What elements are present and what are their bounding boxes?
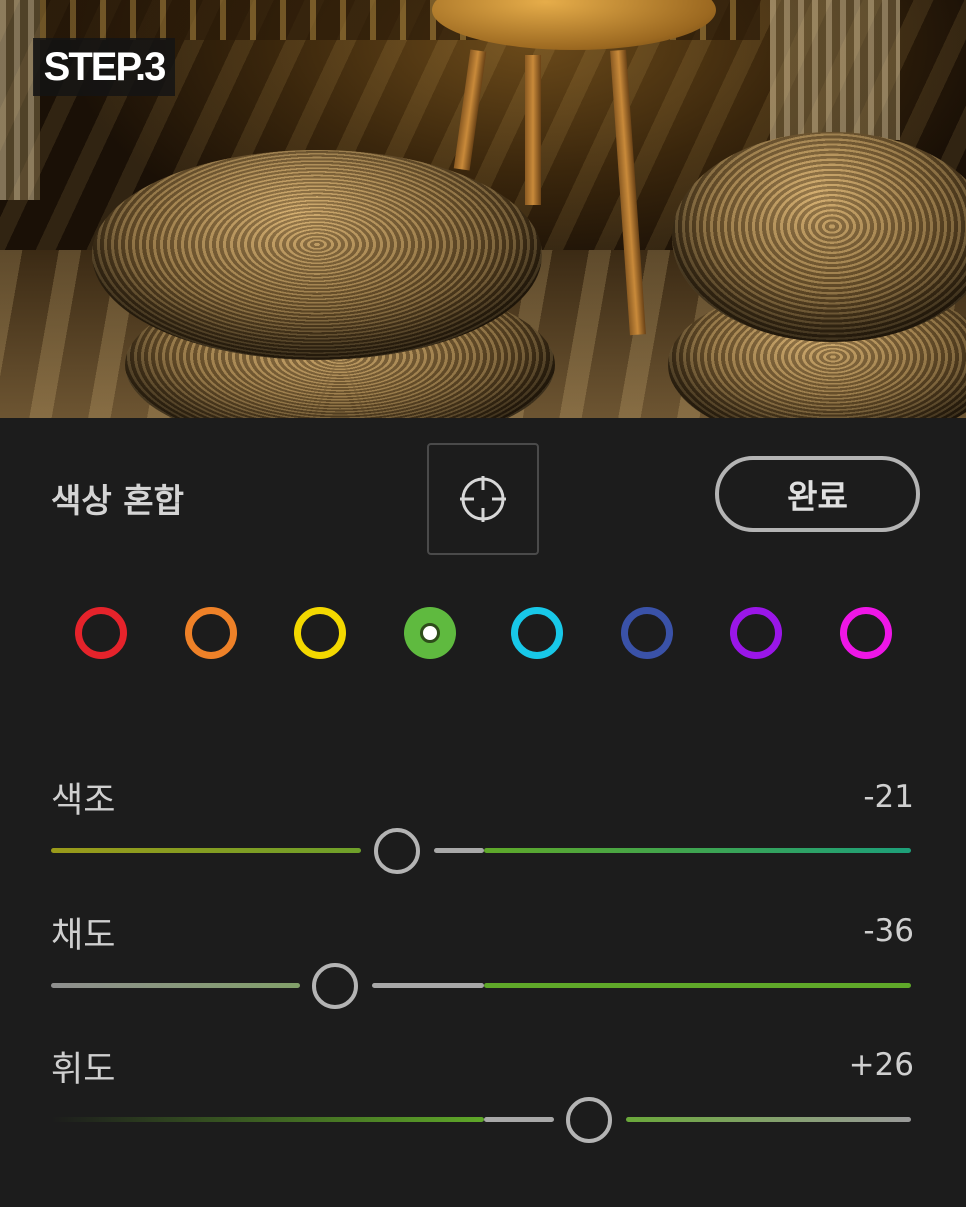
luminance-track-right[interactable] — [626, 1117, 911, 1122]
target-adjust-button[interactable] — [427, 443, 539, 555]
target-adjust-icon — [460, 476, 506, 522]
hue-track-left[interactable] — [51, 848, 361, 853]
swatch-blue[interactable] — [621, 607, 673, 659]
saturation-slider-thumb[interactable] — [312, 963, 358, 1009]
swatch-yellow[interactable] — [294, 607, 346, 659]
swatch-orange[interactable] — [185, 607, 237, 659]
photo-curtain-left — [0, 0, 40, 200]
photo-pouf — [92, 150, 542, 360]
photo-curtain-right — [770, 0, 900, 140]
swatch-purple[interactable] — [730, 607, 782, 659]
luminance-track-left[interactable] — [51, 1117, 484, 1122]
done-button[interactable]: 완료 — [715, 456, 920, 532]
luminance-value: +26 — [848, 1047, 914, 1083]
hue-label: 색조 — [51, 781, 116, 821]
saturation-label: 채도 — [51, 916, 116, 956]
swatch-magenta[interactable] — [840, 607, 892, 659]
saturation-track-right[interactable] — [484, 983, 911, 988]
luminance-slider-thumb[interactable] — [566, 1097, 612, 1143]
swatch-red[interactable] — [75, 607, 127, 659]
photo-table-top — [432, 0, 716, 50]
luminance-track-neutral[interactable] — [484, 1117, 554, 1122]
hue-slider-thumb[interactable] — [374, 828, 420, 874]
hue-track-right[interactable] — [484, 848, 911, 853]
photo-table-leg — [453, 49, 487, 171]
photo-table-leg — [525, 55, 541, 205]
luminance-label: 휘도 — [51, 1050, 116, 1090]
saturation-track-left[interactable] — [51, 983, 300, 988]
swatch-green[interactable] — [404, 607, 456, 659]
step-badge: STEP.3 — [33, 38, 175, 96]
hue-track-neutral[interactable] — [434, 848, 484, 853]
swatch-aqua[interactable] — [511, 607, 563, 659]
saturation-track-neutral[interactable] — [372, 983, 484, 988]
saturation-value: -36 — [863, 913, 914, 949]
panel-title: 색상 혼합 — [51, 481, 184, 520]
hue-value: -21 — [863, 779, 914, 815]
selected-indicator — [420, 623, 440, 643]
